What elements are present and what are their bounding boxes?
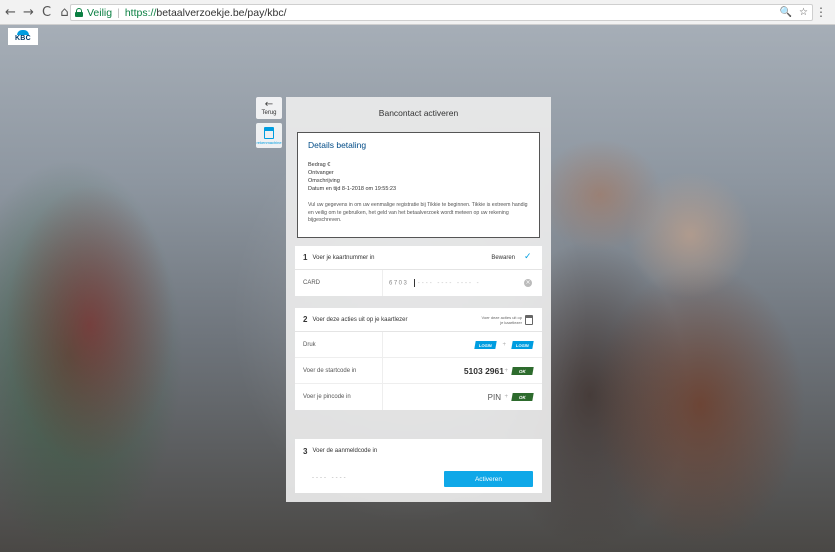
payment-modal: Bancontact activeren Details betaling Be…	[286, 97, 551, 502]
start-code: 5103 2961	[463, 365, 504, 376]
step-number: 1	[303, 253, 308, 262]
forward-arrow-icon[interactable]: →	[21, 5, 36, 20]
secure-label: Veilig	[87, 6, 113, 19]
ok-key: OK	[511, 366, 534, 375]
pin-key: PIN	[487, 392, 501, 402]
card-label: CARD	[303, 280, 321, 286]
address-divider: |	[117, 6, 120, 19]
zoom-icon[interactable]: 🔍	[780, 5, 792, 20]
back-arrow-icon[interactable]: ←	[3, 5, 18, 20]
row-label: Voer je pincode in	[303, 394, 351, 400]
calculator-button[interactable]: rekenmachine	[256, 123, 282, 148]
address-bar[interactable]: Veilig | https://betaalverzoekje.be/pay/…	[70, 4, 813, 21]
calculator-icon	[264, 126, 274, 139]
login-code-input[interactable]: ---- ----	[312, 475, 348, 481]
browser-toolbar: ← → C ⌂ Veilig | https://betaalverzoekje…	[0, 0, 835, 25]
lock-icon	[75, 8, 83, 17]
detail-description: Omschrijving	[308, 178, 340, 184]
detail-recipient: Ontvanger	[308, 170, 334, 176]
back-button[interactable]: ← Terug	[256, 97, 282, 119]
plus-sign: +	[504, 367, 508, 374]
reader-note: Voer deze acties uit op je kaartlezer	[481, 314, 522, 325]
login-key: LOGIN	[511, 340, 534, 349]
card-number-input[interactable]: 6703 ---- ---- ---- -	[389, 279, 481, 287]
detail-datetime: Datum en tijd 8-1-2018 om 19:55:23	[308, 186, 397, 192]
modal-title: Bancontact activeren	[378, 108, 459, 118]
reader-row-login: Druk LOGIN + LOGIN	[295, 332, 542, 358]
step-title: Voer de aanmeldcode in	[312, 448, 378, 454]
reader-row-pin: Voer je pincode in PIN + OK	[295, 384, 542, 410]
details-heading: Details betaling	[308, 140, 367, 150]
browser-menu-icon[interactable]: ⋮	[815, 5, 827, 19]
step-title: Voer je kaartnummer in	[312, 254, 375, 261]
page-background: KBC ← Terug rekenmachine Bancontact acti…	[0, 25, 835, 552]
card-mask: ---- ---- ---- -	[417, 280, 481, 287]
step-card-number: 1 Voer je kaartnummer in Bewaren ✓ CARD …	[295, 246, 542, 296]
bookmark-star-icon[interactable]: ☆	[799, 5, 808, 20]
plus-sign: +	[504, 394, 508, 400]
back-arrow-icon: ←	[264, 99, 274, 110]
card-number-row: CARD 6703 ---- ---- ---- - ×	[295, 270, 542, 296]
reader-row-startcode: Voer de startcode in 5103 2961 + OK	[295, 358, 542, 384]
step-title: Voer deze acties uit op je kaartlezer	[312, 316, 408, 323]
reload-icon[interactable]: C	[39, 5, 54, 20]
step-number: 2	[303, 315, 308, 324]
back-label: Terug	[261, 110, 277, 116]
save-checkbox[interactable]: ✓	[524, 253, 533, 262]
url-path: betaalverzoekje.be/pay/kbc/	[156, 6, 287, 19]
step-number: 3	[303, 446, 308, 456]
detail-amount: Bedrag €	[308, 162, 331, 168]
step-login-code: 3 Voer de aanmeldcode in ---- ---- Activ…	[295, 439, 542, 493]
kbc-logo: KBC	[8, 28, 38, 45]
url-scheme: https://	[124, 6, 157, 19]
row-label: Druk	[303, 341, 316, 348]
details-note: Vul uw gegevens in om uw eenmalige regis…	[308, 202, 528, 223]
clear-icon[interactable]: ×	[524, 279, 532, 287]
plus-sign: +	[502, 341, 506, 348]
logo-text: KBC	[14, 35, 32, 42]
save-label: Bewaren	[491, 254, 515, 261]
card-prefix: 6703	[389, 280, 409, 287]
card-reader-icon	[525, 314, 533, 325]
step-card-reader: 2 Voer deze acties uit op je kaartlezer …	[295, 308, 542, 410]
activate-button[interactable]: Activeren	[444, 471, 533, 487]
login-key: LOGIN	[474, 340, 497, 349]
row-label: Voer de startcode in	[303, 367, 357, 374]
calculator-label: rekenmachine	[256, 139, 282, 145]
ok-key: OK	[511, 393, 534, 401]
payment-details: Details betaling Bedrag € Ontvanger Omsc…	[297, 132, 540, 238]
